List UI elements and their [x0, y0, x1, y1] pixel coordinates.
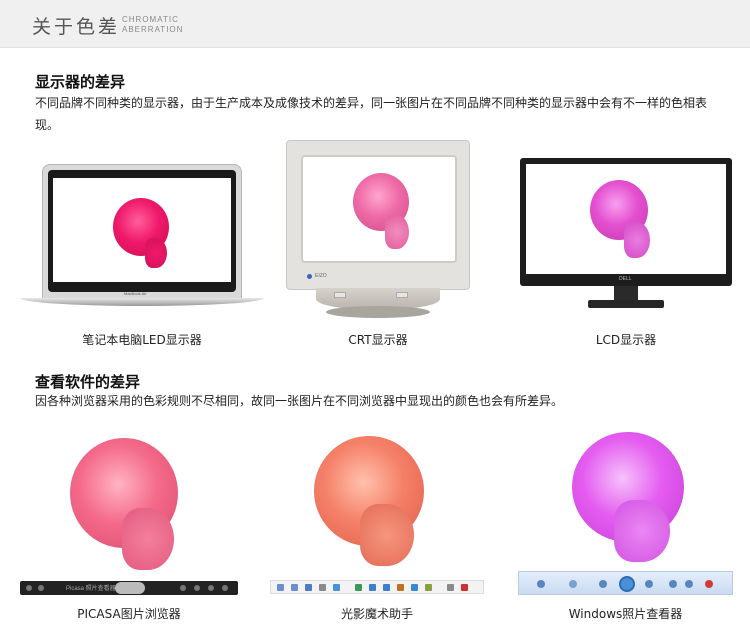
caption-crt: CRT显示器: [348, 333, 408, 347]
windows-viewer-toolbar: [518, 571, 733, 595]
rose-tail-picasa: [122, 508, 174, 570]
header-title: 关于色差: [32, 16, 121, 38]
caption-guangying: 光影魔术助手: [340, 607, 413, 621]
search-icon: [305, 584, 312, 591]
crt-button-icon: [396, 292, 408, 298]
lcd-screen: [526, 164, 726, 274]
actual-size-icon: [569, 580, 577, 588]
rotate-left-icon: [669, 580, 677, 588]
picasa-toolbar: Picasa 照片查看器: [20, 581, 238, 595]
caption-laptop: 笔记本电脑LED显示器: [82, 333, 202, 347]
lcd-frame: DELL: [520, 158, 732, 286]
lcd-monitor-image: DELL: [520, 158, 732, 314]
first-icon: [369, 584, 376, 591]
crt-brand-text: EIZO: [315, 273, 327, 279]
laptop-brand-text: MacBook Air: [124, 291, 147, 296]
crt-monitor-image: EIZO: [286, 140, 470, 320]
laptop-screen: [53, 178, 231, 282]
page-header: 关于色差 CHROMATIC ABERRATION: [0, 0, 750, 48]
crt-logo-icon: [307, 274, 312, 279]
effects-icon: [425, 584, 432, 591]
rose-tail-crt: [385, 215, 409, 249]
section-monitor-title: 显示器的差异: [35, 73, 126, 91]
section-software-title: 查看软件的差异: [35, 373, 141, 391]
caption-picasa: PICASA图片浏览器: [77, 607, 181, 621]
caption-lcd: LCD显示器: [595, 333, 657, 347]
picasa-tool-icon: [222, 585, 228, 591]
guangying-toolbar: [270, 580, 484, 594]
next-icon: [645, 580, 653, 588]
crt-screen: [301, 155, 457, 263]
picasa-play-icon: [115, 582, 145, 594]
laptop-lid: [42, 164, 242, 300]
rose-tail-lcd: [624, 222, 650, 258]
caption-windows: Windows照片查看器: [568, 607, 683, 621]
picasa-tool-icon: [180, 585, 186, 591]
settings-icon: [447, 584, 454, 591]
picasa-nav-icon: [26, 585, 32, 591]
header-subtitle: CHROMATIC ABERRATION: [122, 15, 183, 35]
zoom-icon: [537, 580, 545, 588]
laptop-monitor-image: MacBook Air: [20, 164, 264, 310]
last-icon: [383, 584, 390, 591]
zoom-out-icon: [291, 584, 298, 591]
rose-tail-windows: [614, 500, 670, 562]
lcd-foot: [588, 300, 664, 308]
picasa-tool-icon: [208, 585, 214, 591]
zoom-in-icon: [277, 584, 284, 591]
lcd-brand-text: DELL: [619, 276, 632, 282]
rotate-right-icon: [685, 580, 693, 588]
laptop-bezel: [48, 170, 236, 292]
header-subtitle-line1: CHROMATIC: [122, 15, 179, 24]
crt-button-icon: [334, 292, 346, 298]
rotate-icon: [333, 584, 340, 591]
picasa-tool-icon: [194, 585, 200, 591]
rose-tail-guangying: [360, 504, 414, 566]
section-monitor-description: 不同品牌不同种类的显示器，由于生产成本及成像技术的差异，同一张图片在不同品牌不同…: [35, 96, 708, 132]
crt-foot: [326, 306, 430, 318]
adjust-icon: [411, 584, 418, 591]
laptop-base: [20, 298, 264, 306]
edit-icon: [355, 584, 362, 591]
picasa-nav-icon: [38, 585, 44, 591]
fit-icon: [319, 584, 326, 591]
previous-icon: [599, 580, 607, 588]
picasa-toolbar-label: Picasa 照片查看器: [66, 586, 116, 592]
slideshow-icon: [619, 576, 635, 592]
rose-tail-laptop: [145, 238, 167, 268]
crt-body: EIZO: [286, 140, 470, 290]
header-subtitle-line2: ABERRATION: [122, 25, 184, 34]
delete-icon: [705, 580, 713, 588]
close-icon: [461, 584, 468, 591]
section-software-description: 因各种浏览器采用的色彩规则不尽相同，故同一张图片在不同浏览器中显现出的颜色也会有…: [35, 394, 564, 408]
crop-icon: [397, 584, 404, 591]
